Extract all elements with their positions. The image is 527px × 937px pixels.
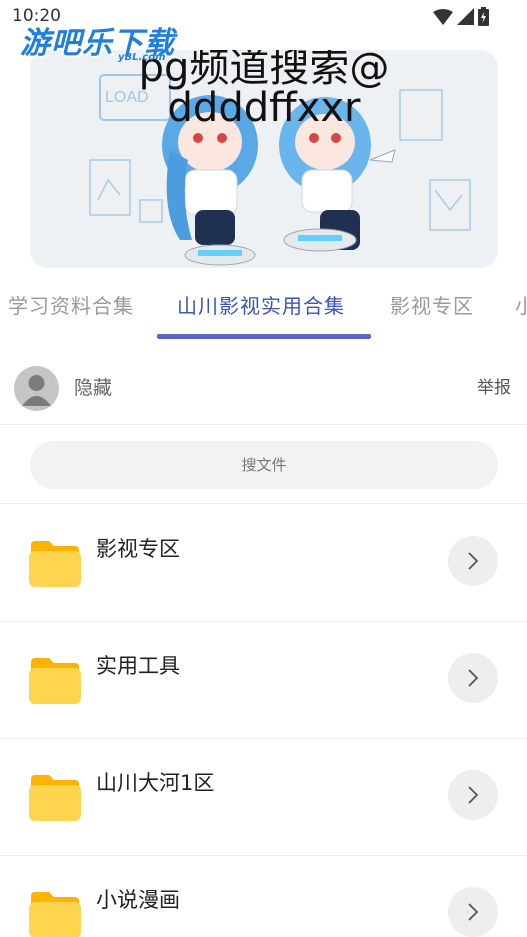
folder-icon (29, 775, 81, 821)
open-folder-button[interactable] (448, 887, 498, 937)
watermark-subtitle: yBL.com (118, 52, 166, 63)
folder-icon (29, 658, 81, 704)
watermark-logo: 游吧乐下载 yBL.com (20, 18, 175, 63)
tab-shanchuan-collection[interactable]: 山川影视实用合集 (177, 290, 345, 319)
folder-name: 山川大河1区 (96, 771, 215, 795)
user-icon (22, 375, 51, 406)
folder-name: 小说漫画 (96, 888, 180, 912)
signal-icon (457, 8, 474, 25)
open-folder-button[interactable] (448, 653, 498, 703)
wifi-icon (433, 8, 453, 25)
banner-image[interactable]: LOAD pg频道搜索@ ddddffxxr (30, 50, 498, 268)
folder-item[interactable]: 影视专区 (0, 505, 527, 622)
tab-indicator (157, 334, 371, 339)
search-section: 搜文件 (0, 426, 527, 504)
folder-icon (29, 892, 81, 937)
chevron-right-icon (468, 669, 479, 687)
search-input[interactable]: 搜文件 (30, 441, 498, 489)
open-folder-button[interactable] (448, 536, 498, 586)
status-icons (433, 7, 489, 26)
user-row: 隐藏 举报 (0, 345, 527, 425)
avatar[interactable] (14, 366, 59, 411)
tab-film-zone[interactable]: 影视专区 (390, 290, 474, 319)
folder-icon (29, 541, 81, 587)
chevron-right-icon (468, 552, 479, 570)
chevron-right-icon (468, 903, 479, 921)
tab-more[interactable]: 小 (515, 290, 527, 319)
tab-study-materials[interactable]: 学习资料合集 (8, 290, 134, 319)
user-name: 隐藏 (74, 377, 113, 399)
open-folder-button[interactable] (448, 770, 498, 820)
chevron-right-icon (468, 786, 479, 804)
banner-caption-line2: ddddffxxr (167, 85, 361, 131)
folder-item[interactable]: 山川大河1区 (0, 739, 527, 856)
folder-item[interactable]: 实用工具 (0, 622, 527, 739)
folder-item[interactable]: 小说漫画 (0, 856, 527, 937)
folder-name: 影视专区 (96, 537, 180, 561)
battery-icon (478, 7, 489, 26)
report-button[interactable]: 举报 (477, 373, 511, 398)
folder-name: 实用工具 (96, 654, 180, 678)
category-tabs: 学习资料合集 山川影视实用合集 影视专区 小 (0, 278, 527, 340)
banner-caption: pg频道搜索@ ddddffxxr (30, 50, 498, 131)
